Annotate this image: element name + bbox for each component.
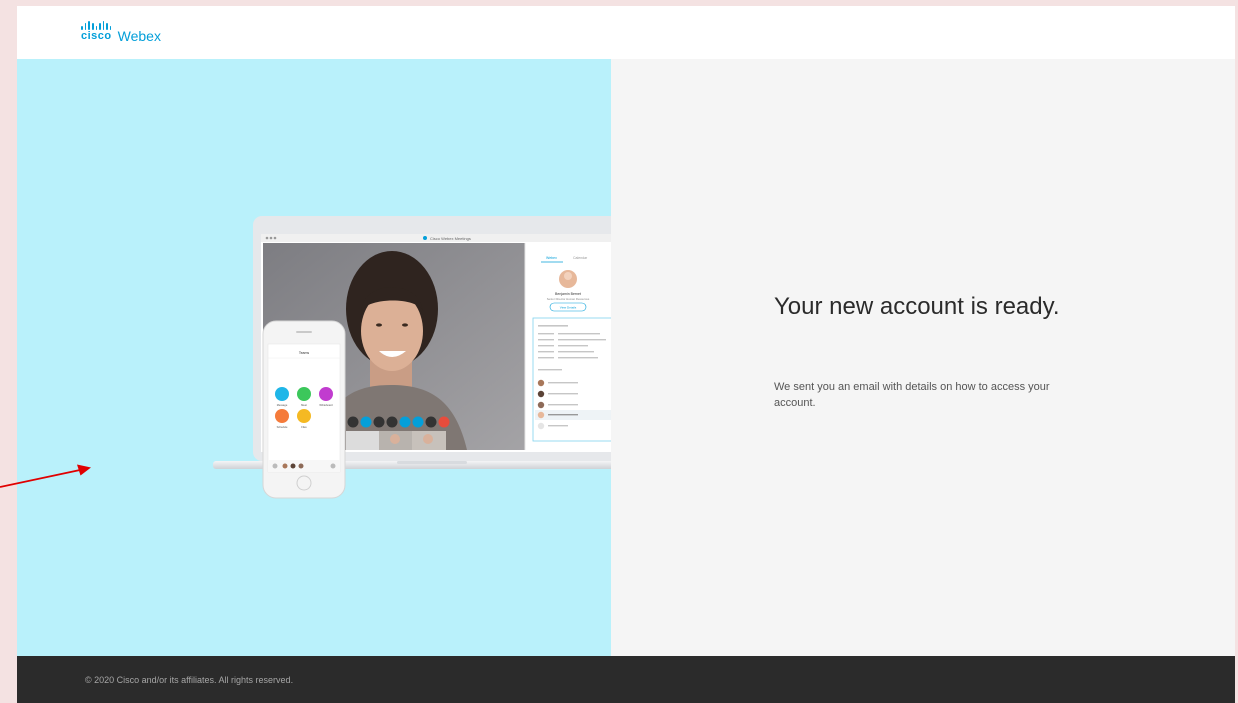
contact-name: Benjamin Bernet bbox=[555, 292, 581, 296]
sidebar-tab-active: Webex bbox=[546, 256, 557, 260]
copyright-text: © 2020 Cisco and/or its affiliates. All … bbox=[85, 675, 294, 685]
sidebar-tab-inactive: Calendar bbox=[573, 256, 588, 260]
confirmation-message: We sent you an email with details on how… bbox=[774, 381, 1050, 409]
page-frame: cisco Webex Cisco Webex Meetings Webex C… bbox=[17, 6, 1235, 703]
phone-team-title: Teams bbox=[299, 351, 310, 355]
phone-action-label: Message bbox=[277, 403, 288, 407]
cisco-wordmark: cisco bbox=[81, 30, 112, 42]
contact-title: Senior Director Human Resources bbox=[547, 297, 590, 301]
devices-illustration: Cisco Webex Meetings Webex Calendar Benj… bbox=[213, 216, 611, 499]
confirmation-panel: Your new account is ready. We sent you a… bbox=[611, 59, 1235, 656]
footer: © 2020 Cisco and/or its affiliates. All … bbox=[17, 656, 1235, 703]
phone-action-label: Meet bbox=[301, 403, 307, 407]
top-bar: cisco Webex bbox=[17, 6, 1235, 59]
phone-action-label: Whiteboard bbox=[319, 403, 333, 407]
contact-button: View Details bbox=[560, 306, 577, 310]
hero-illustration-panel: Cisco Webex Meetings Webex Calendar Benj… bbox=[17, 59, 611, 656]
annotation-arrow-icon bbox=[0, 464, 91, 488]
cisco-webex-logo[interactable]: cisco Webex bbox=[81, 21, 161, 44]
phone-action-label: Schedule bbox=[277, 425, 288, 429]
cisco-logo-mark: cisco bbox=[81, 21, 112, 42]
cisco-bars-icon bbox=[81, 21, 112, 30]
page-title: Your new account is ready. bbox=[774, 293, 1060, 320]
webex-wordmark: Webex bbox=[117, 28, 161, 44]
app-title: Cisco Webex Meetings bbox=[430, 236, 471, 241]
phone-action-label: Files bbox=[301, 425, 307, 429]
